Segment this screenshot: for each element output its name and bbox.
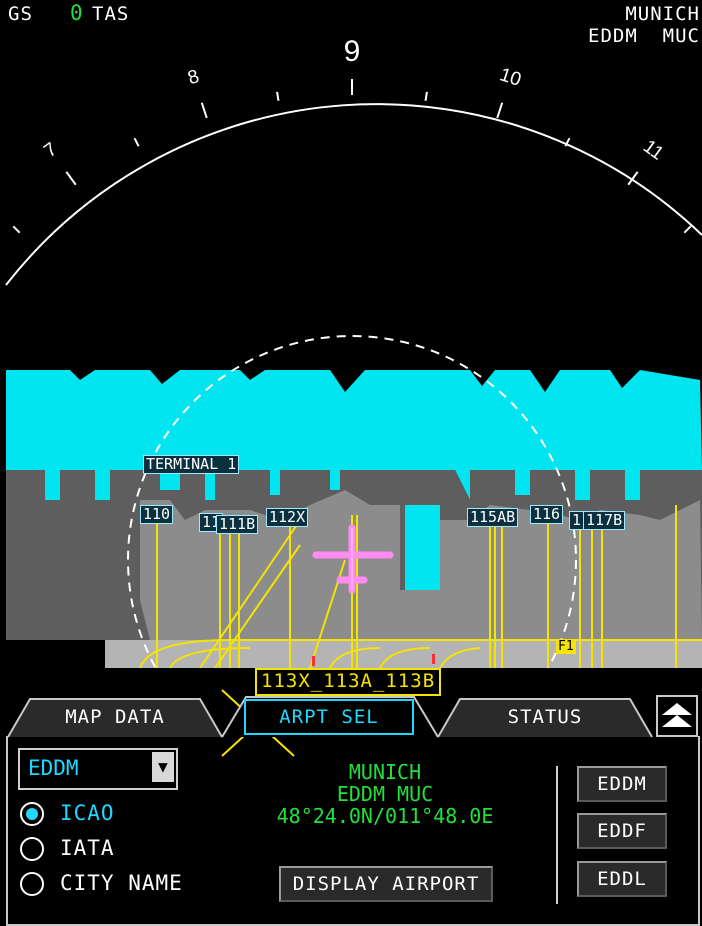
- compass-tick: [424, 91, 428, 101]
- compass-tick: [276, 91, 280, 101]
- selected-taxiway-label[interactable]: 113X_113A_113B: [255, 668, 442, 696]
- page-up-button[interactable]: [656, 695, 698, 737]
- compass-tick: [683, 225, 692, 234]
- radio-city-name-label[interactable]: CITY NAME: [60, 871, 183, 895]
- radio-icao-label[interactable]: ICAO: [60, 801, 115, 825]
- chevron-down-icon[interactable]: ▼: [152, 752, 174, 782]
- display-airport-button[interactable]: DISPLAY AIRPORT: [279, 866, 493, 902]
- compass-tick: [12, 225, 21, 234]
- tab-arpt-sel[interactable]: ARPT SEL: [244, 699, 414, 735]
- tab-status[interactable]: STATUS: [460, 698, 630, 736]
- tab-map-data[interactable]: MAP DATA: [30, 698, 200, 736]
- tas-label: TAS: [92, 3, 130, 25]
- compass-tick: [65, 171, 77, 186]
- stand-label[interactable]: 112X: [266, 508, 309, 527]
- radio-iata-label[interactable]: IATA: [60, 836, 115, 860]
- gs-label: GS: [8, 3, 33, 25]
- compass-heading-label: 8: [185, 66, 202, 89]
- compass-heading-label: 9: [344, 35, 361, 68]
- compass-tick: [496, 102, 504, 119]
- stand-label[interactable]: 116: [530, 505, 564, 524]
- stand-label[interactable]: 110: [140, 505, 174, 524]
- radio-city-name[interactable]: [20, 872, 44, 896]
- compass-heading-label: 10: [497, 64, 524, 91]
- selected-airport-name: MUNICH: [348, 760, 422, 784]
- stand-label[interactable]: 117B: [583, 511, 626, 530]
- compass-heading-label: 11: [639, 136, 667, 165]
- selected-airport-codes: EDDM MUC: [336, 782, 434, 806]
- compass-tick: [200, 102, 208, 119]
- airport-dropdown-value: EDDM: [28, 756, 79, 780]
- radio-icao[interactable]: [20, 802, 44, 826]
- gs-value: 0: [70, 1, 84, 25]
- taxiway-label[interactable]: F1: [556, 639, 576, 654]
- compass-tick: [133, 137, 140, 147]
- panel-divider: [556, 766, 558, 904]
- radio-iata[interactable]: [20, 837, 44, 861]
- stand-label[interactable]: 1: [569, 511, 585, 530]
- quick-airport-button[interactable]: EDDF: [577, 813, 667, 849]
- stand-label[interactable]: 115AB: [467, 508, 519, 527]
- quick-airport-button[interactable]: EDDM: [577, 766, 667, 802]
- terminal-label[interactable]: TERMINAL 1: [143, 455, 240, 474]
- compass-heading-label: 7: [40, 139, 61, 162]
- airport-dropdown[interactable]: EDDM ▼: [18, 748, 178, 790]
- quick-airport-button[interactable]: EDDL: [577, 861, 667, 897]
- selected-airport-coordinates: 48°24.0N/011°48.0E: [276, 804, 494, 828]
- double-chevron-up-icon: [662, 703, 692, 727]
- airport-codes-header: EDDM MUC: [588, 25, 700, 47]
- stand-label[interactable]: 111B: [216, 515, 259, 534]
- airport-name-header: MUNICH: [625, 3, 700, 25]
